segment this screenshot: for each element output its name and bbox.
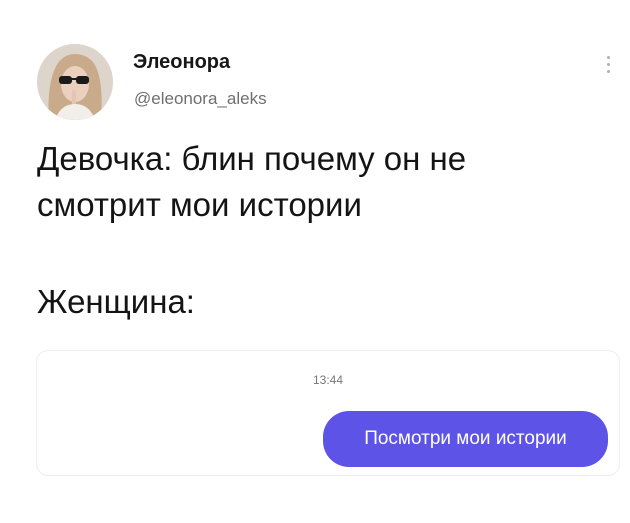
author-handle[interactable]: @eleonora_aleks	[134, 89, 267, 109]
author-name[interactable]: Элеонора	[133, 51, 230, 74]
more-options-icon[interactable]	[603, 56, 613, 80]
post-text-line: Девочка: блин почему он не	[37, 140, 467, 177]
post-text-line: смотрит мои истории	[37, 186, 362, 223]
post-text-line: Женщина:	[37, 283, 195, 320]
message-bubble: Посмотри мои истории	[323, 411, 608, 467]
author-avatar[interactable]	[37, 44, 113, 120]
chat-screenshot: 13:44 Посмотри мои истории	[36, 350, 620, 476]
avatar-photo-icon	[37, 44, 113, 120]
message-timestamp: 13:44	[312, 373, 344, 387]
post-screenshot: Элеонора @eleonora_aleks Девочка: блин п…	[0, 0, 630, 523]
